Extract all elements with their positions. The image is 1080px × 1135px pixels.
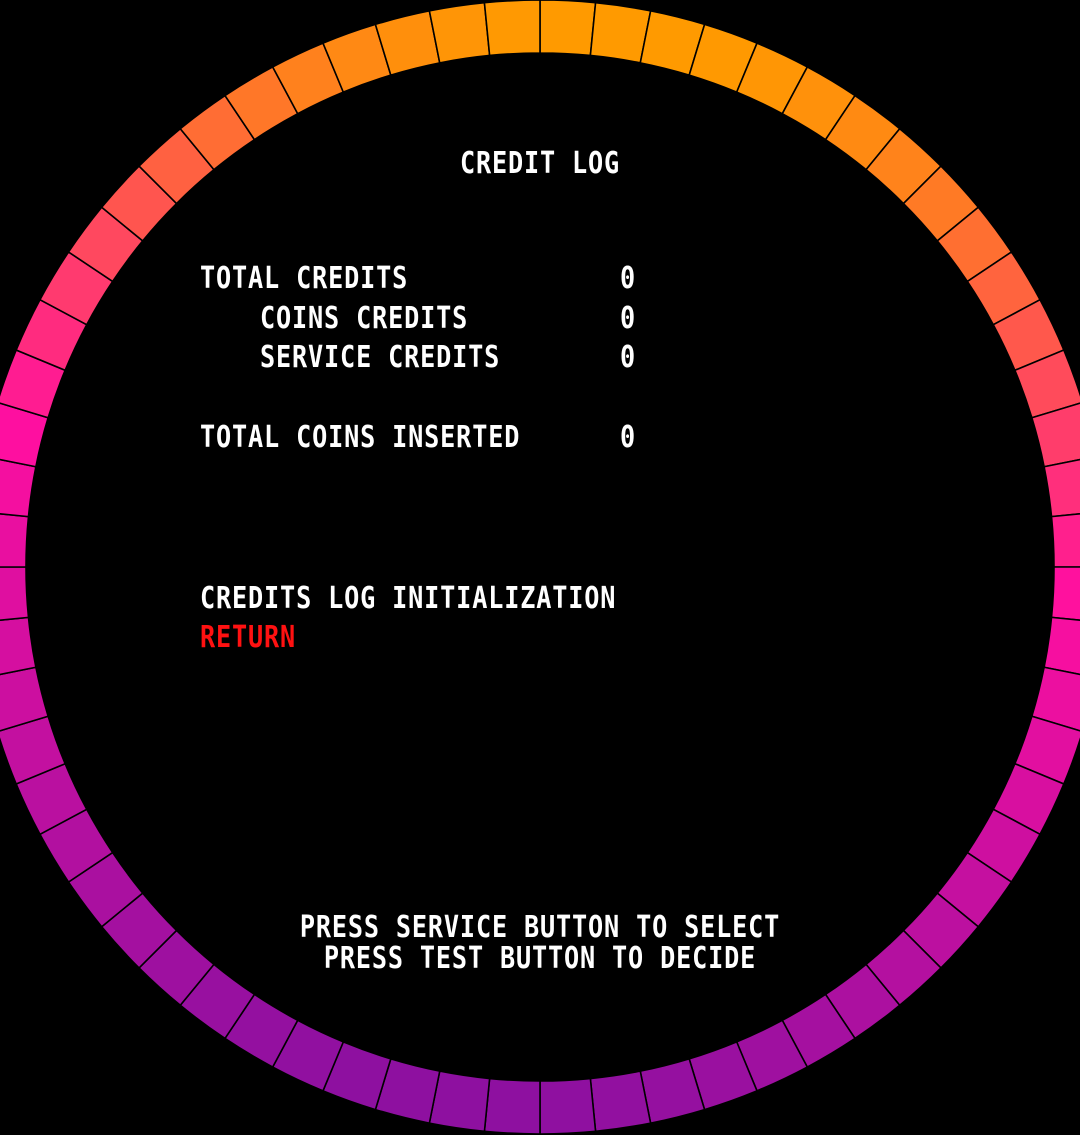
total-credits-label: TOTAL CREDITS	[200, 261, 409, 296]
instruction-decide: PRESS TEST BUTTON TO DECIDE	[323, 941, 757, 976]
total-coins-inserted-label: TOTAL COINS INSERTED	[200, 420, 521, 455]
service-credits-value: 0	[620, 340, 637, 375]
coins-credits-label: COINS CREDITS	[260, 301, 469, 336]
menu-item-return[interactable]: RETURN	[200, 621, 296, 655]
total-credits-value: 0	[620, 261, 637, 296]
instruction-select: PRESS SERVICE BUTTON TO SELECT	[299, 910, 781, 945]
coins-credits-value: 0	[620, 301, 637, 336]
credit-log-screen: CREDIT LOG TOTAL CREDITS 0 COINS CREDITS…	[0, 0, 1080, 1135]
menu-item-credits-log-initialization[interactable]: CREDITS LOG INITIALIZATION	[200, 582, 616, 616]
service-credits-label: SERVICE CREDITS	[260, 340, 501, 375]
total-coins-inserted-value: 0	[620, 420, 637, 455]
page-title: CREDIT LOG	[459, 146, 621, 181]
